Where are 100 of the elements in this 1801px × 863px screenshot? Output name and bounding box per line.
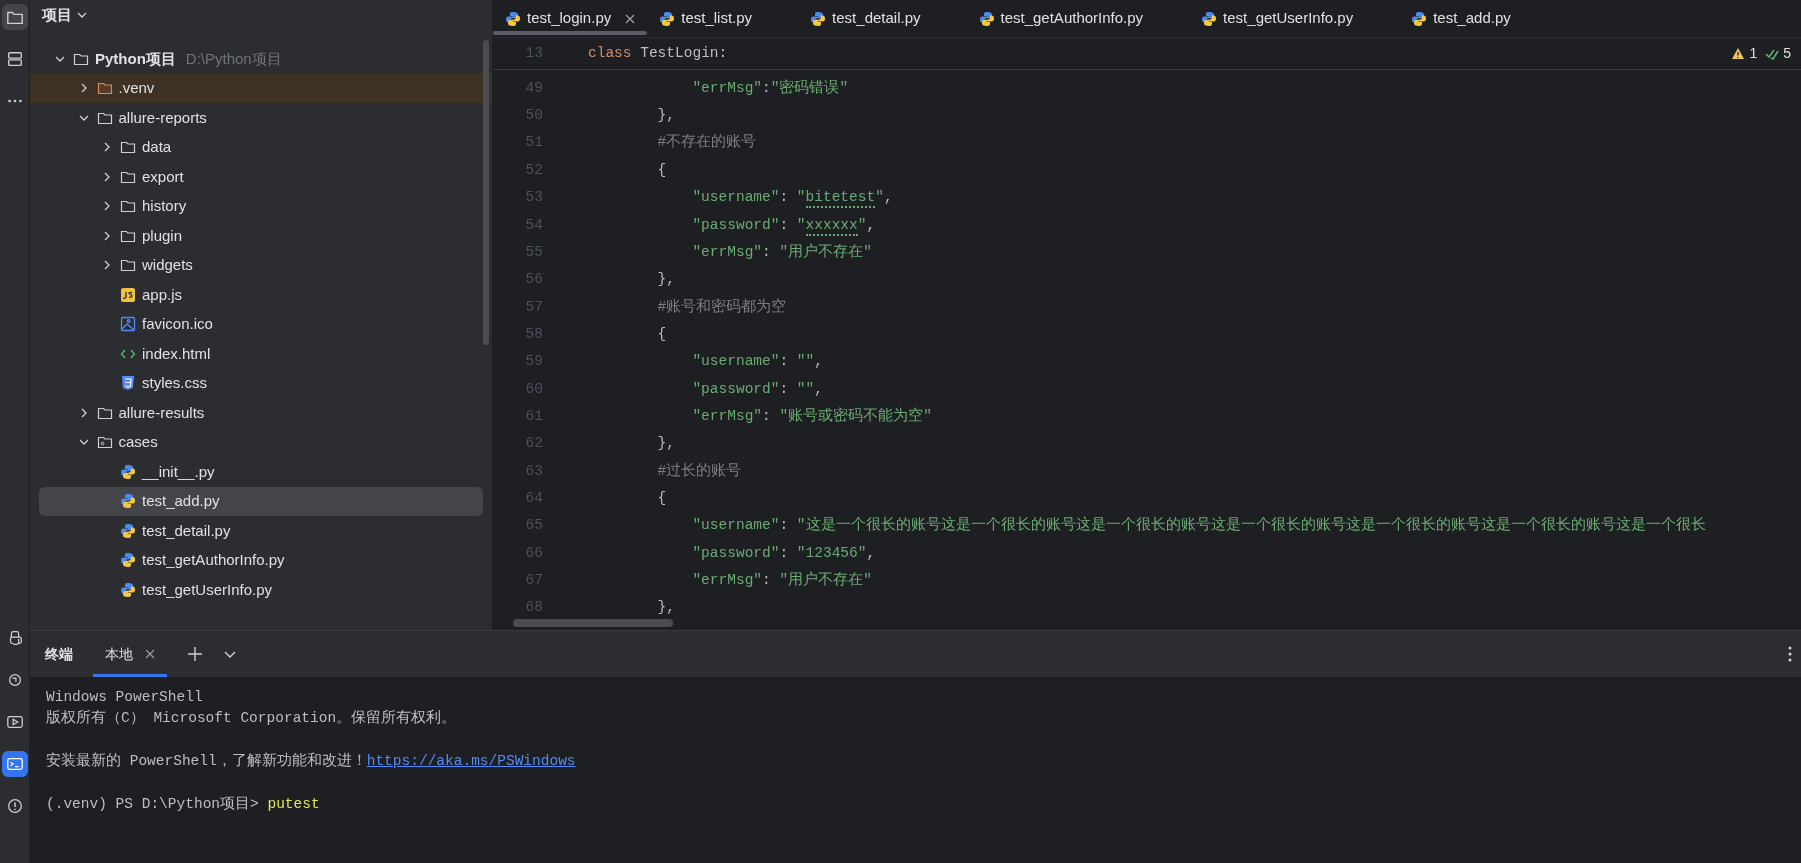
editor-tab[interactable]: test_detail.py [798, 0, 967, 37]
code-line: class TestLogin: [588, 43, 728, 63]
code-line: "errMsg": "用户不存在" [691, 570, 872, 590]
file-name: test_add.py [142, 491, 220, 511]
editor-tab[interactable]: test_add.py [1399, 0, 1557, 37]
code-line: #账号和密码都为空 [656, 297, 787, 317]
tree-item[interactable]: favicon.ico [30, 309, 492, 339]
file-name: test_detail.py [142, 520, 231, 541]
folder-icon [96, 80, 113, 97]
tree-item[interactable]: widgets [30, 250, 492, 280]
python-file-icon [1201, 10, 1218, 27]
tree-item[interactable]: index.html [30, 339, 492, 369]
file-name: test_getAuthorInfo.py [142, 550, 285, 570]
code-line: #不存在的账号 [656, 133, 757, 153]
file-name: test_getUserInfo.py [142, 579, 273, 600]
file-name: widgets [142, 255, 193, 275]
close-icon[interactable] [625, 13, 636, 24]
terminal-command: putest [267, 794, 320, 814]
tree-item[interactable]: .venv [30, 73, 492, 103]
add-icon[interactable] [187, 646, 203, 662]
editor-tab[interactable]: test_getAuthorInfo.py [966, 0, 1190, 37]
python-file-icon [120, 581, 136, 598]
file-name: styles.css [142, 373, 207, 393]
tree-item[interactable]: export [30, 162, 492, 192]
file-name: __init__.py [142, 461, 215, 482]
package-folder-icon [96, 434, 113, 451]
tree-item[interactable]: allure-reports [30, 103, 492, 133]
file-name: .venv [118, 78, 155, 98]
terminal-icon[interactable] [1, 751, 28, 777]
folder-icon[interactable] [1, 4, 28, 30]
check-count[interactable]: 5 [1783, 43, 1791, 64]
code-line: "password": "", [691, 379, 823, 399]
python-file-icon [1411, 10, 1428, 27]
python-file-icon [120, 552, 136, 569]
warning-icon[interactable] [1731, 46, 1746, 61]
tree-item[interactable]: history [30, 191, 492, 221]
tree-item[interactable]: data [30, 132, 492, 162]
file-name: plugin [142, 225, 183, 246]
code-line: "password": "123456", [691, 543, 876, 563]
editor-tab[interactable]: test_getUserInfo.py [1189, 0, 1400, 37]
code-line: "username": "", [691, 352, 823, 372]
code-line: }, [656, 106, 675, 126]
flagged-word: xxxxxx [805, 215, 858, 236]
code-line: "errMsg": "用户不存在" [691, 242, 872, 262]
tree-item[interactable]: plugin [30, 221, 492, 251]
tree-item[interactable]: app.js [30, 280, 492, 310]
terminal-link[interactable]: https://aka.ms/PSWindows [366, 750, 576, 773]
folder-icon [120, 139, 136, 156]
file-name: history [142, 196, 187, 216]
file-name: allure-reports [118, 107, 207, 128]
tree-item[interactable]: cases [30, 427, 492, 457]
folder-icon [120, 257, 136, 274]
code-line: #过长的账号 [656, 461, 742, 481]
file-name: cases [118, 432, 158, 452]
tree-item[interactable]: test_getAuthorInfo.py [30, 545, 492, 575]
code-line: "username": "bitetest", [588, 187, 893, 209]
code-line: { [656, 324, 667, 344]
code-line: "errMsg":"密码错误" [691, 78, 849, 98]
scrollbar[interactable] [483, 40, 489, 345]
python-file-icon [120, 493, 136, 510]
tree-item[interactable]: Python项目 D:\Python项目 [30, 44, 492, 74]
tree-item[interactable]: test_add.py [39, 486, 483, 516]
css-file-icon [120, 375, 136, 392]
editor-tab[interactable]: test_login.py [493, 0, 648, 37]
folder-icon [120, 198, 136, 215]
file-name: index.html [142, 343, 211, 364]
js-file-icon [120, 286, 136, 303]
scrollbar[interactable] [513, 619, 673, 627]
code-line: "password": "xxxxxx", [588, 214, 876, 237]
close-icon[interactable] [145, 649, 155, 659]
terminal-text: Windows PowerShell [46, 687, 203, 707]
terminal-text: 版权所有（C） Microsoft Corporation。保留所有权利。 [46, 708, 457, 728]
code-line: }, [656, 270, 675, 290]
panel-title: 终端 [45, 644, 73, 664]
python-file-icon [810, 10, 827, 27]
python-file-icon [978, 10, 995, 27]
folder-path: D:\Python项目 [185, 48, 282, 69]
code-line: "errMsg": "账号或密码不能为空" [691, 406, 932, 426]
code-line: { [656, 160, 667, 180]
file-name: favicon.ico [142, 314, 213, 334]
tree-item[interactable]: __init__.py [30, 457, 492, 487]
editor-tab[interactable]: test_list.py [647, 0, 799, 37]
more-icon[interactable] [1788, 646, 1792, 662]
tree-item[interactable]: styles.css [30, 368, 492, 398]
file-name: Python项目 [95, 48, 176, 69]
tree-item[interactable]: allure-results [30, 398, 492, 428]
file-name: allure-results [118, 402, 205, 423]
code-line: }, [656, 598, 675, 618]
python-file-icon [120, 522, 136, 539]
tree-item[interactable]: test_getUserInfo.py [30, 575, 492, 605]
python-file-icon [659, 10, 676, 27]
code-line: { [656, 488, 667, 508]
image-file-icon [120, 316, 136, 333]
warning-count[interactable]: 1 [1749, 43, 1758, 64]
terminal-text: (.venv) PS D:\Python项目> [46, 794, 260, 814]
python-file-icon [120, 463, 136, 480]
file-name: data [142, 137, 172, 157]
tree-item[interactable]: test_detail.py [30, 516, 492, 546]
file-name: app.js [142, 284, 183, 305]
panel-title: 项目 [42, 4, 72, 25]
